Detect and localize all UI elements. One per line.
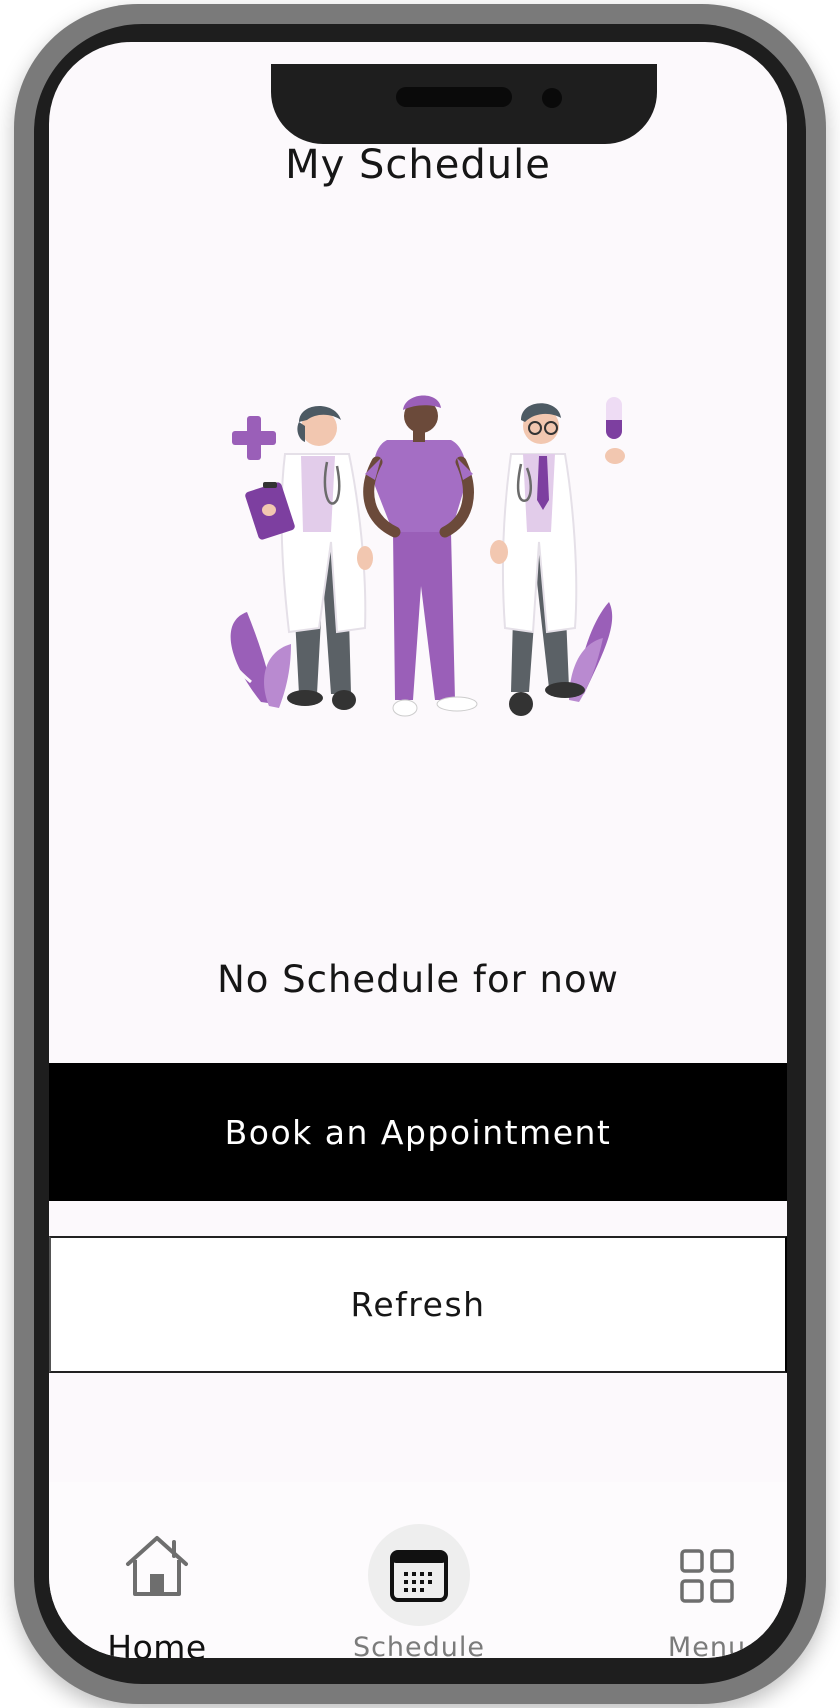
speaker-grille — [396, 87, 512, 107]
page-title: My Schedule — [285, 142, 551, 188]
tab-menu[interactable]: Menu — [607, 1482, 787, 1658]
book-appointment-button[interactable]: Book an Appointment — [49, 1063, 787, 1201]
tab-schedule-label: Schedule — [352, 1632, 486, 1658]
pill-icon — [606, 397, 622, 439]
grid-icon — [679, 1548, 735, 1609]
refresh-button[interactable]: Refresh — [49, 1236, 787, 1373]
plant-left — [219, 612, 291, 708]
calendar-icon — [390, 1550, 448, 1607]
bottom-tab-bar: Home Schedule Menu — [49, 1482, 787, 1658]
home-icon — [122, 1532, 192, 1603]
tab-schedule[interactable]: Schedule — [319, 1482, 519, 1658]
tab-menu-label: Menu — [667, 1632, 747, 1658]
nurse-center-figure — [363, 395, 478, 717]
doctor-right-figure — [490, 403, 625, 716]
tab-home-label: Home — [107, 1628, 207, 1658]
tab-home[interactable]: Home — [57, 1482, 257, 1658]
medical-staff-illustration — [219, 395, 625, 717]
device-notch — [271, 64, 657, 144]
front-camera — [542, 88, 562, 108]
medical-cross-icon — [232, 416, 276, 460]
empty-state-message: No Schedule for now — [217, 958, 619, 1001]
app-screen: My Schedule No Schedule for now Book an … — [49, 42, 787, 1658]
